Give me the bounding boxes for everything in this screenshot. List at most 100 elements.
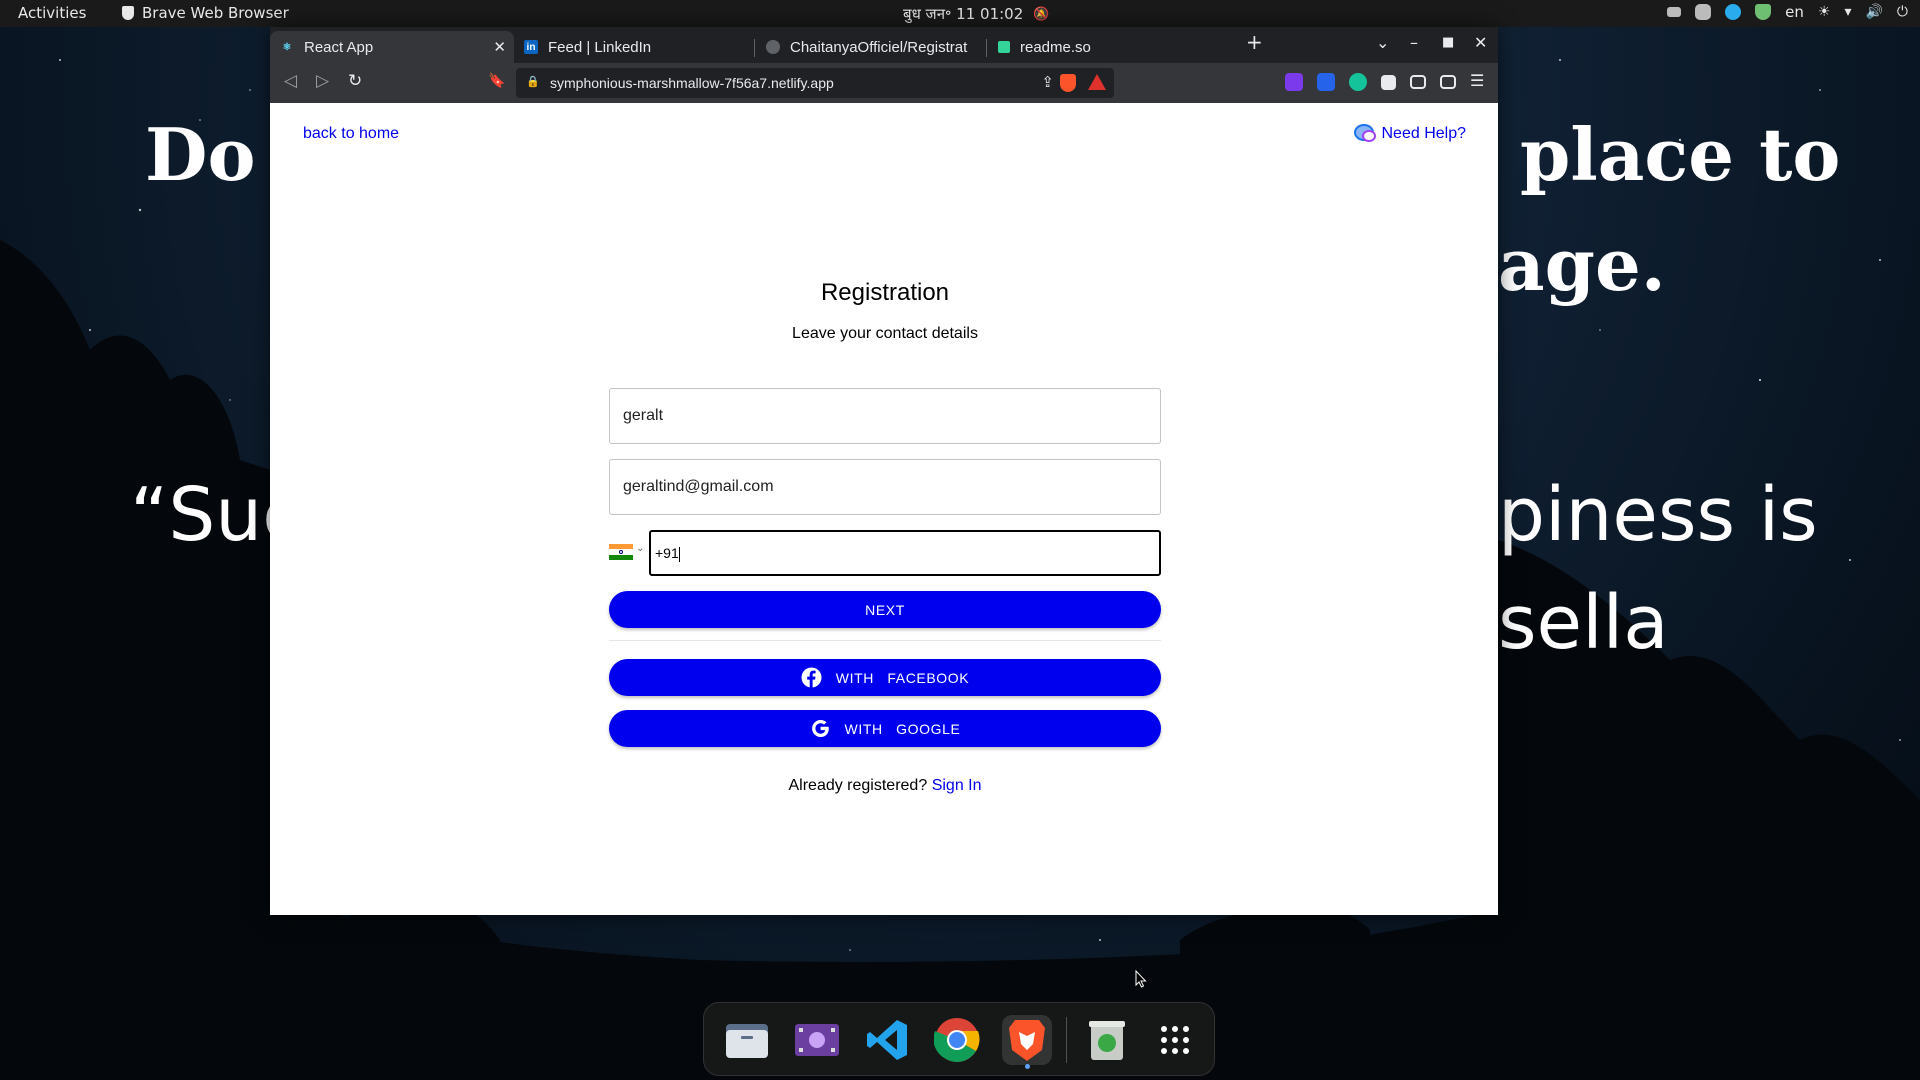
new-tab-icon[interactable]: + [1246, 30, 1263, 54]
brave-rewards-icon[interactable] [1088, 74, 1106, 90]
tab-label: readme.so [1020, 38, 1091, 56]
clock[interactable]: बुध जन॰ 11 01:02 🔕 [903, 4, 1049, 24]
lock-icon: 🔒 [526, 76, 540, 88]
brave-shields-icon[interactable] [1060, 74, 1076, 92]
name-field[interactable]: geralt [609, 388, 1161, 444]
notifications-muted-icon: 🔕 [1033, 6, 1050, 22]
system-tray[interactable]: en ☀ ▾ 🔊 ⏻ [1667, 3, 1908, 21]
chrome-icon[interactable] [932, 1015, 982, 1065]
github-icon [766, 40, 780, 54]
phone-input[interactable]: +91 [649, 530, 1161, 576]
linkedin-icon: in [524, 40, 538, 54]
background-quote-line-3-right: piness is [1498, 472, 1818, 558]
tab-readme[interactable]: readme.so [988, 31, 1218, 63]
clock-label: बुध जन॰ 11 01:02 [903, 5, 1024, 23]
files-icon[interactable] [722, 1015, 772, 1065]
facebook-signup-button[interactable]: WITH FACEBOOK [609, 659, 1161, 696]
telegram-icon[interactable] [1725, 4, 1742, 20]
app-grid-icon[interactable] [1150, 1015, 1200, 1065]
extension-blue-icon[interactable] [1317, 73, 1335, 91]
dock [703, 1002, 1215, 1076]
next-button-label: NEXT [865, 601, 905, 618]
tab-search-icon[interactable]: ⌄ [1376, 33, 1389, 52]
reload-icon[interactable]: ↻ [348, 71, 362, 91]
facebook-icon [801, 667, 822, 688]
tab-github[interactable]: ChaitanyaOfficiel/Registrat [756, 31, 986, 63]
app-menu-label: Brave Web Browser [142, 4, 289, 22]
browser-toolbar: ◁ ▷ ↻ 🔖 🔒 symphonious-marshmallow-7f56a7… [270, 63, 1498, 103]
chevron-down-icon[interactable]: ⌄ [636, 543, 644, 554]
india-flag-icon[interactable] [609, 544, 633, 560]
volume-icon: 🔊 [1865, 4, 1883, 20]
phone-row: ⌄ +91 [609, 530, 1161, 988]
phone-value: +91 [655, 545, 679, 561]
page-subtitle: Leave your contact details [792, 325, 978, 342]
close-window-icon[interactable]: ✕ [1474, 33, 1487, 52]
tab-label: React App [304, 38, 374, 56]
page-title: Registration [820, 279, 950, 306]
sidebar-icon[interactable] [1410, 75, 1426, 89]
url-text: symphonious-marshmallow-7f56a7.netlify.a… [550, 75, 834, 91]
dock-separator [1066, 1017, 1067, 1063]
google-signup-button[interactable]: WITH GOOGLE [609, 710, 1161, 747]
extensions-area: ☰ [1285, 73, 1484, 91]
discord-icon[interactable] [1695, 4, 1712, 20]
tab-separator [754, 39, 755, 57]
chat-bubble-icon [1353, 123, 1378, 145]
wifi-icon: ▾ [1844, 4, 1852, 20]
text-caret [678, 546, 680, 562]
back-to-home-link[interactable]: back to home [303, 125, 399, 143]
bookmark-icon[interactable]: 🔖 [488, 73, 505, 89]
extension-purple-icon[interactable] [1285, 73, 1303, 91]
menu-icon[interactable]: ☰ [1470, 73, 1484, 91]
react-icon: ⚛ [282, 41, 292, 53]
sign-in-link[interactable]: Sign In [932, 777, 982, 794]
background-quote-line-1-left: Do [145, 112, 256, 197]
maximize-icon[interactable]: ■ [1442, 35, 1454, 50]
mouse-pointer-icon [1135, 970, 1147, 988]
background-quote-line-1-right: place to [1520, 112, 1841, 197]
google-button-label: WITH GOOGLE [844, 720, 961, 737]
brave-icon[interactable] [1002, 1015, 1052, 1069]
tab-react-app[interactable]: ⚛ React App ✕ [270, 31, 514, 63]
puzzle-extensions-icon[interactable] [1381, 74, 1396, 90]
google-icon [810, 718, 831, 739]
tab-linkedin[interactable]: in Feed | LinkedIn [514, 31, 754, 63]
language-indicator[interactable]: en [1785, 3, 1804, 21]
web-page: back to home Need Help? Registration Lea… [270, 103, 1498, 988]
running-indicator [1025, 1064, 1030, 1069]
tab-strip: ⚛ React App ✕ in Feed | LinkedIn Chaitan… [270, 27, 1498, 63]
already-registered-line: Already registered? Sign In [609, 777, 1161, 795]
forward-icon[interactable]: ▷ [316, 71, 329, 91]
power-icon[interactable]: ⏻ [1897, 4, 1908, 20]
share-icon[interactable]: ⇪ [1041, 73, 1054, 91]
need-help-link[interactable]: Need Help? [1353, 123, 1467, 145]
tab-label: ChaitanyaOfficiel/Registrat [790, 38, 968, 56]
wallet-icon[interactable] [1440, 75, 1456, 89]
close-icon[interactable]: ✕ [493, 38, 506, 56]
background-quote-line-4-right: sella [1498, 580, 1669, 666]
trash-icon[interactable] [1082, 1015, 1132, 1065]
shield-icon[interactable] [1755, 4, 1772, 20]
grammarly-icon[interactable] [1349, 73, 1367, 91]
brave-lion-icon [122, 6, 134, 20]
vscode-icon[interactable] [862, 1015, 912, 1065]
tab-separator [986, 39, 987, 57]
minimize-icon[interactable]: – [1410, 33, 1418, 52]
back-icon[interactable]: ◁ [284, 71, 297, 91]
tab-label: Feed | LinkedIn [548, 38, 652, 56]
brightness-icon: ☀ [1817, 4, 1831, 20]
activities-button[interactable]: Activities [18, 4, 86, 22]
background-quote-line-2-right: age. [1498, 222, 1666, 307]
need-help-label: Need Help? [1381, 125, 1467, 142]
divider [609, 640, 1161, 641]
facebook-button-label: WITH FACEBOOK [835, 669, 970, 686]
next-button[interactable]: NEXT [609, 591, 1161, 628]
app-menu[interactable]: Brave Web Browser [122, 4, 289, 22]
video-editor-icon[interactable] [792, 1015, 842, 1065]
already-registered-text: Already registered? [788, 777, 928, 794]
address-bar[interactable]: 🔒 symphonious-marshmallow-7f56a7.netlify… [516, 68, 1114, 98]
system-top-bar: Activities Brave Web Browser बुध जन॰ 11 … [0, 0, 1920, 27]
browser-window: ⚛ React App ✕ in Feed | LinkedIn Chaitan… [270, 27, 1498, 988]
email-field[interactable]: geraltind@gmail.com [609, 459, 1161, 515]
